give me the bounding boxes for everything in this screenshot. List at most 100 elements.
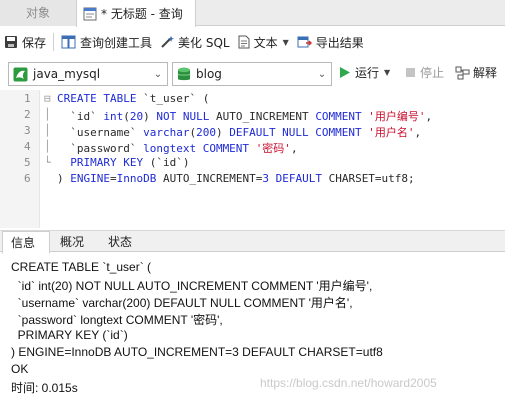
toolbar-divider [53,33,55,51]
connection-bar: java_mysql ⌄ blog ⌄ 运行 ▼ 停止 解释 [0,60,505,88]
sql-string: '用户名' [368,126,415,139]
code-line: ) ENGINE=InnoDB AUTO_INCREMENT=3 DEFAULT… [57,172,415,185]
tab-query-label: * 无标题 - 查询 [101,6,183,21]
stop-label: 停止 [420,66,445,80]
tab-untitled-query[interactable]: * 无标题 - 查询 [76,0,196,27]
fold-toggle-icon[interactable]: ⊟ [44,92,51,105]
sql-text: AUTO_INCREMENT [209,110,316,123]
results-tab-bar: 信息 概况 状态 [0,230,505,254]
message-line: PRIMARY KEY (`id`) [11,328,128,342]
save-icon [5,36,17,48]
sql-keyword: DEFAULT [275,172,322,185]
sql-keyword: NOT NULL [156,110,210,123]
query-toolbar: 保存 查询创建工具 美化 SQL 文本 ▼ 导出结果 [0,28,505,56]
sql-text: ) [57,172,71,185]
fold-guide: │ [44,108,51,121]
beautify-sql-label: 美化 SQL [178,35,230,50]
chevron-down-icon[interactable]: ⌄ [313,69,331,80]
query-icon [83,7,97,20]
line-number: 1 [24,92,31,105]
query-builder-icon [61,35,76,49]
fold-guide: │ [44,140,51,153]
stop-icon [406,68,415,77]
export-results-label: 导出结果 [315,35,364,50]
connection-select[interactable]: java_mysql ⌄ [8,62,168,86]
database-select[interactable]: blog ⌄ [172,62,332,86]
results-panel: 信息 概况 状态 CREATE TABLE `t_user` ( `id` in… [0,230,505,404]
code-line: `username` varchar(200) DEFAULT NULL COM… [57,124,421,140]
fold-guide: │ [44,124,51,137]
sql-keyword: COMMENT [315,110,362,123]
sql-keyword: PRIMARY KEY [70,156,144,169]
chevron-down-icon[interactable]: ▼ [384,68,390,77]
chevron-down-icon: ▼ [282,37,289,47]
run-label: 运行 [355,66,380,80]
sql-text: `id` [57,110,104,123]
beautify-sql-button[interactable]: 美化 SQL [156,30,234,54]
text-menu-label: 文本 [253,35,278,50]
sql-keyword: InnoDB [116,172,157,185]
sql-text: = [110,172,117,185]
sql-text: , [414,126,422,139]
document-tab-bar: 对象 * 无标题 - 查询 [0,0,505,27]
message-line: `id` int(20) NOT NULL AUTO_INCREMENT COM… [11,279,373,293]
export-results-button[interactable]: 导出结果 [293,30,368,54]
sql-keyword: 200 [196,126,216,139]
export-icon [297,36,312,48]
save-label: 保存 [22,35,47,50]
sql-text: (`id`) [143,156,190,169]
message-line: OK [11,362,29,376]
sql-keyword: ENGINE [70,172,110,185]
tab-info[interactable]: 信息 [2,231,50,254]
sql-keyword: 3 [262,172,269,185]
chevron-down-icon[interactable]: ⌄ [149,69,167,80]
query-builder-button[interactable]: 查询创建工具 [57,30,156,54]
sql-text: , [290,142,298,155]
text-menu-button[interactable]: 文本 ▼ [234,30,293,54]
tab-status[interactable]: 状态 [100,231,148,253]
sql-keyword: longtext COMMENT [143,142,250,155]
explain-label: 解释 [473,66,498,80]
sql-keyword: DEFAULT NULL COMMENT [229,126,362,139]
line-number: 3 [24,124,31,137]
message-line: `username` varchar(200) DEFAULT NULL COM… [11,296,353,310]
line-number: 6 [24,172,31,185]
sql-text: ) [215,126,230,139]
message-line: CREATE TABLE `t_user` ( [11,260,152,274]
document-icon [238,35,250,49]
database-value: blog [196,67,222,81]
stop-button[interactable]: 停止 [405,64,444,81]
message-line: `password` longtext COMMENT '密码', [11,313,223,327]
line-number: 5 [24,156,31,169]
tab-objects[interactable]: 对象 [0,0,76,26]
sql-text: `t_user` ( [143,92,210,105]
message-line: ) ENGINE=InnoDB AUTO_INCREMENT=3 DEFAULT… [11,345,383,359]
code-line: PRIMARY KEY (`id`) [57,156,189,169]
tab-overview[interactable]: 概况 [52,231,100,253]
code-line: `password` longtext COMMENT '密码', [57,140,298,156]
query-builder-label: 查询创建工具 [80,35,153,50]
mysql-connection-icon [13,67,28,81]
save-button[interactable]: 保存 [0,30,50,54]
message-line: 时间: 0.015s [11,381,78,395]
sql-keyword: CREATE TABLE [57,92,144,105]
run-button[interactable]: 运行 ▼ [339,64,390,81]
sql-text: ) [143,110,157,123]
sql-text: `username` [57,126,144,139]
database-icon [177,67,191,80]
sql-keyword: varchar [143,126,190,139]
sql-keyword: 20 [129,110,144,123]
code-line: `id` int(20) NOT NULL AUTO_INCREMENT COM… [57,108,432,124]
sql-text: CHARSET=utf8; [321,172,415,185]
code-line: CREATE TABLE `t_user` ( [57,92,209,105]
watermark-text: https://blog.csdn.net/howard2005 [260,376,437,390]
sql-editor[interactable]: 1 ⊟ CREATE TABLE `t_user` ( 2 │ `id` int(20)… [0,90,505,228]
connection-value: java_mysql [33,67,101,81]
sql-text: , [425,110,433,123]
line-number: 2 [24,108,31,121]
sql-string: '密码' [255,142,291,155]
explain-button[interactable]: 解释 [455,64,497,81]
